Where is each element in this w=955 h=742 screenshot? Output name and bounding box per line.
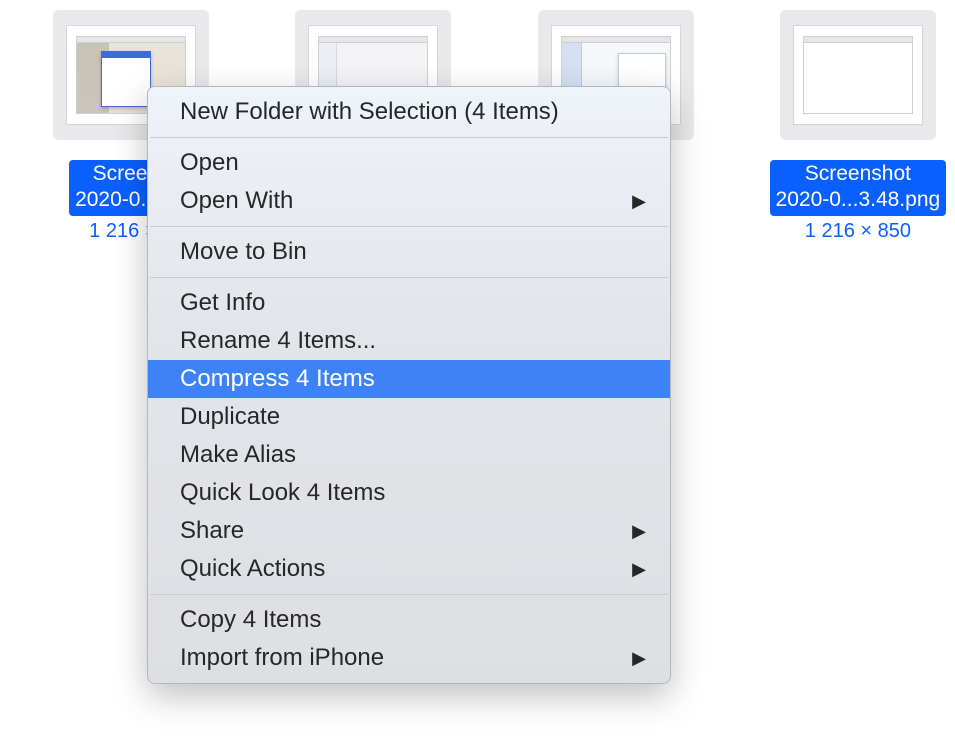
menu-item-label: Compress 4 Items <box>180 365 375 393</box>
menu-separator <box>150 277 668 278</box>
menu-get-info[interactable]: Get Info <box>148 284 670 322</box>
menu-item-label: New Folder with Selection (4 Items) <box>180 98 559 126</box>
menu-item-label: Move to Bin <box>180 238 307 266</box>
menu-open-with[interactable]: Open With ▶ <box>148 182 670 220</box>
menu-separator <box>150 594 668 595</box>
menu-item-label: Rename 4 Items... <box>180 327 376 355</box>
menu-quick-look[interactable]: Quick Look 4 Items <box>148 474 670 512</box>
file-thumbnail <box>780 10 936 140</box>
menu-compress[interactable]: Compress 4 Items <box>148 360 670 398</box>
menu-item-label: Make Alias <box>180 441 296 469</box>
menu-item-label: Copy 4 Items <box>180 606 321 634</box>
menu-duplicate[interactable]: Duplicate <box>148 398 670 436</box>
menu-separator <box>150 137 668 138</box>
menu-item-label: Open With <box>180 187 293 215</box>
menu-share[interactable]: Share ▶ <box>148 512 670 550</box>
submenu-arrow-icon: ▶ <box>632 648 646 669</box>
file-item[interactable]: Screenshot 2020-0...3.48.png 1 216 × 850 <box>761 10 955 243</box>
submenu-arrow-icon: ▶ <box>632 559 646 580</box>
context-menu: New Folder with Selection (4 Items) Open… <box>147 86 671 684</box>
file-dimensions: 1 216 × 850 <box>805 220 911 243</box>
submenu-arrow-icon: ▶ <box>632 191 646 212</box>
menu-item-label: Quick Look 4 Items <box>180 479 385 507</box>
menu-move-to-bin[interactable]: Move to Bin <box>148 233 670 271</box>
file-name-label: Screenshot 2020-0...3.48.png <box>770 160 947 216</box>
menu-item-label: Duplicate <box>180 403 280 431</box>
menu-copy[interactable]: Copy 4 Items <box>148 601 670 639</box>
menu-rename[interactable]: Rename 4 Items... <box>148 322 670 360</box>
menu-item-label: Import from iPhone <box>180 644 384 672</box>
menu-separator <box>150 226 668 227</box>
menu-import-from-iphone[interactable]: Import from iPhone ▶ <box>148 639 670 677</box>
menu-item-label: Quick Actions <box>180 555 325 583</box>
menu-quick-actions[interactable]: Quick Actions ▶ <box>148 550 670 588</box>
menu-open[interactable]: Open <box>148 144 670 182</box>
submenu-arrow-icon: ▶ <box>632 521 646 542</box>
menu-item-label: Open <box>180 149 239 177</box>
menu-item-label: Get Info <box>180 289 265 317</box>
menu-make-alias[interactable]: Make Alias <box>148 436 670 474</box>
menu-new-folder-with-selection[interactable]: New Folder with Selection (4 Items) <box>148 93 670 131</box>
menu-item-label: Share <box>180 517 244 545</box>
